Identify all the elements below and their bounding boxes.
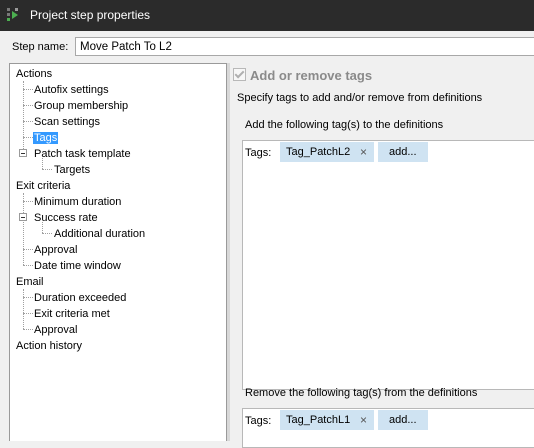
tree-item-autofix-settings[interactable]: Autofix settings bbox=[33, 83, 110, 98]
remove-tags-label: Tags: bbox=[245, 415, 272, 427]
title-bar: Project step properties bbox=[0, 0, 534, 31]
tree-connector bbox=[23, 201, 33, 202]
close-icon[interactable]: × bbox=[360, 142, 367, 162]
tree-item-label: Success rate bbox=[34, 212, 98, 224]
step-name-label: Step name: bbox=[12, 41, 69, 53]
tree-connector bbox=[23, 193, 24, 265]
tree-item-patch-task-template[interactable]: Patch task template bbox=[33, 147, 132, 162]
settings-tree[interactable]: Actions Autofix settings Group membershi… bbox=[9, 63, 227, 441]
tree-item-label: Minimum duration bbox=[34, 196, 122, 208]
tag-chip-label: Tag_PatchL1 bbox=[286, 414, 351, 426]
tree-item-label: Tags bbox=[33, 132, 59, 144]
tag-chip[interactable]: Tag_PatchL2 × bbox=[280, 142, 374, 162]
tree-connector bbox=[23, 249, 33, 250]
add-tags-label: Tags: bbox=[245, 147, 272, 159]
expand-toggle-icon[interactable] bbox=[19, 149, 27, 157]
add-tag-button[interactable]: add... bbox=[378, 142, 428, 162]
tree-connector bbox=[23, 313, 33, 314]
panel-description: Specify tags to add and/or remove from d… bbox=[237, 92, 483, 104]
remove-tags-box[interactable]: Tags: Tag_PatchL1 × add... bbox=[242, 408, 534, 448]
tree-item-email-approval[interactable]: Approval bbox=[33, 323, 78, 338]
tree-connector bbox=[23, 297, 33, 298]
tag-chip[interactable]: Tag_PatchL1 × bbox=[280, 410, 374, 430]
tree-item-group-membership[interactable]: Group membership bbox=[33, 99, 129, 114]
panel-heading: Add or remove tags bbox=[250, 68, 373, 83]
tree-item-action-history[interactable]: Action history bbox=[15, 339, 83, 354]
step-name-row: Step name: bbox=[0, 31, 534, 61]
window-title: Project step properties bbox=[30, 8, 151, 22]
tree-item-success-rate[interactable]: Success rate bbox=[33, 211, 99, 226]
tree-connector bbox=[23, 329, 33, 330]
step-name-input[interactable] bbox=[75, 37, 534, 56]
tree-item-label: Approval bbox=[34, 324, 78, 336]
tree-item-minimum-duration[interactable]: Minimum duration bbox=[33, 195, 122, 210]
add-tags-section-label: Add the following tag(s) to the definiti… bbox=[245, 119, 444, 131]
tree-item-label: Date time window bbox=[34, 260, 121, 272]
tree-item-date-time-window[interactable]: Date time window bbox=[33, 259, 122, 274]
project-step-icon bbox=[7, 8, 18, 21]
tree-item-label: Exit criteria met bbox=[34, 308, 110, 320]
tree-item-label: Targets bbox=[54, 164, 91, 176]
expand-toggle-icon[interactable] bbox=[19, 213, 27, 221]
tree-item-actions[interactable]: Actions bbox=[15, 67, 53, 82]
add-tag-button[interactable]: add... bbox=[378, 410, 428, 430]
tree-connector bbox=[23, 265, 33, 266]
tree-item-targets[interactable]: Targets bbox=[53, 163, 91, 178]
tree-item-label: Exit criteria bbox=[16, 180, 71, 192]
tree-item-label: Group membership bbox=[34, 100, 129, 112]
tree-connector bbox=[42, 169, 52, 170]
tree-item-duration-exceeded[interactable]: Duration exceeded bbox=[33, 291, 127, 306]
tree-item-approval[interactable]: Approval bbox=[33, 243, 78, 258]
tree-connector bbox=[23, 105, 33, 106]
remove-tags-section-label: Remove the following tag(s) from the def… bbox=[245, 387, 478, 399]
tree-connector bbox=[23, 81, 24, 153]
tree-connector bbox=[23, 289, 24, 329]
tree-item-label: Actions bbox=[16, 68, 53, 80]
tree-item-label: Approval bbox=[34, 244, 78, 256]
tree-item-tags[interactable]: Tags bbox=[33, 131, 59, 146]
tree-item-scan-settings[interactable]: Scan settings bbox=[33, 115, 101, 130]
tree-item-additional-duration[interactable]: Additional duration bbox=[53, 227, 146, 242]
tree-item-label: Patch task template bbox=[34, 148, 131, 160]
tree-item-label: Scan settings bbox=[34, 116, 101, 128]
tree-connector bbox=[23, 137, 33, 138]
add-tags-box[interactable]: Tags: Tag_PatchL2 × add... bbox=[242, 140, 534, 390]
tree-connector bbox=[42, 233, 52, 234]
enable-tags-checkbox[interactable] bbox=[233, 68, 246, 81]
tree-item-label: Duration exceeded bbox=[34, 292, 127, 304]
tree-item-email[interactable]: Email bbox=[15, 275, 45, 290]
tree-item-label: Action history bbox=[16, 340, 83, 352]
tree-item-label: Email bbox=[16, 276, 44, 288]
tree-item-exit-criteria[interactable]: Exit criteria bbox=[15, 179, 71, 194]
close-icon[interactable]: × bbox=[360, 410, 367, 430]
tree-item-label: Autofix settings bbox=[34, 84, 109, 96]
tag-chip-label: Tag_PatchL2 bbox=[286, 146, 351, 158]
tree-connector bbox=[23, 89, 33, 90]
tree-connector bbox=[23, 121, 33, 122]
tags-panel: Add or remove tags Specify tags to add a… bbox=[230, 63, 534, 448]
tree-item-label: Additional duration bbox=[54, 228, 146, 240]
tree-item-exit-criteria-met[interactable]: Exit criteria met bbox=[33, 307, 111, 322]
